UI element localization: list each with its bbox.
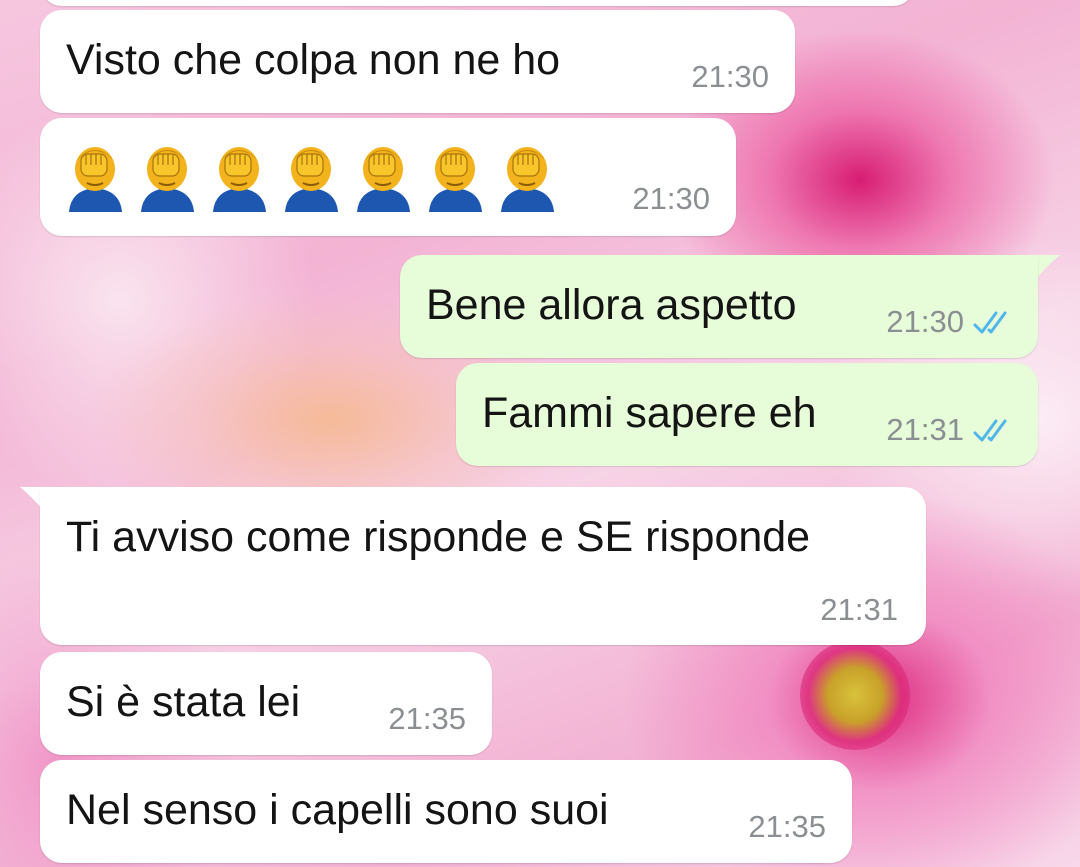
message-text: Si è stata lei xyxy=(66,678,301,726)
person-facepalming-emoji xyxy=(429,147,482,212)
double-check-icon xyxy=(973,311,1007,334)
message-meta: 21:30 xyxy=(632,181,710,217)
message-meta: 21:30 xyxy=(691,59,769,95)
message-bubble-incoming[interactable]: 21:30 xyxy=(40,118,736,236)
person-facepalming-emoji xyxy=(285,147,338,212)
message-time: 21:31 xyxy=(886,412,964,447)
person-facepalming-emoji xyxy=(357,147,410,212)
message-bubble-incoming[interactable]: Si è stata lei 21:35 xyxy=(40,652,492,755)
message-text: Ti avviso come risponde e SE risponde xyxy=(66,513,811,561)
message-list[interactable]: Visto che colpa non ne ho 21:30 21:30 Be… xyxy=(0,0,1080,867)
message-bubble-incoming[interactable]: Visto che colpa non ne ho 21:30 xyxy=(40,10,795,113)
message-bubble-outgoing[interactable]: Bene allora aspetto 21:30 xyxy=(400,255,1038,358)
message-meta: 21:35 xyxy=(388,701,466,737)
person-facepalming-emoji xyxy=(69,147,122,212)
emoji-row xyxy=(65,138,558,212)
previous-message-bubble[interactable] xyxy=(40,0,915,6)
message-text: Visto che colpa non ne ho xyxy=(66,36,561,84)
message-bubble-outgoing[interactable]: Fammi sapere eh 21:31 xyxy=(456,363,1038,466)
message-text: Fammi sapere eh xyxy=(482,389,817,437)
message-meta: 21:31 xyxy=(820,592,898,628)
message-time: 21:30 xyxy=(632,181,710,216)
message-time: 21:35 xyxy=(748,809,826,844)
message-text: Bene allora aspetto xyxy=(426,281,797,329)
message-time: 21:35 xyxy=(388,701,466,736)
message-time: 21:30 xyxy=(691,59,769,94)
message-meta: 21:35 xyxy=(748,809,826,845)
message-time: 21:31 xyxy=(820,592,898,627)
person-facepalming-emoji xyxy=(213,147,266,212)
message-meta: 21:31 xyxy=(886,412,1016,448)
message-time: 21:30 xyxy=(886,304,964,339)
double-check-icon xyxy=(973,419,1007,442)
person-facepalming-emoji xyxy=(141,147,194,212)
message-meta: 21:30 xyxy=(886,304,1016,340)
message-bubble-incoming[interactable]: Ti avviso come risponde e SE risponde 21… xyxy=(40,487,926,645)
person-facepalming-emoji xyxy=(501,147,554,212)
message-bubble-incoming[interactable]: Nel senso i capelli sono suoi 21:35 xyxy=(40,760,852,863)
message-text: Nel senso i capelli sono suoi xyxy=(66,786,609,834)
